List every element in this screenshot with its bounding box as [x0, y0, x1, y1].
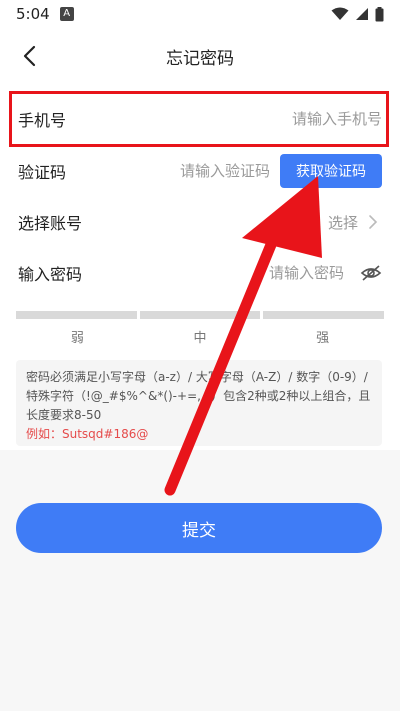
- password-label: 输入密码: [18, 265, 83, 284]
- password-input[interactable]: [194, 264, 344, 282]
- code-input[interactable]: [120, 162, 270, 180]
- phone-input[interactable]: [182, 110, 382, 128]
- strength-bar-strong: [263, 311, 385, 319]
- code-row: 验证码 获取验证码: [0, 146, 400, 196]
- eye-off-icon[interactable]: [360, 264, 382, 282]
- code-label: 验证码: [18, 163, 67, 182]
- strength-bar-weak: [16, 311, 137, 319]
- strength-label-medium: 中: [193, 331, 207, 346]
- phone-label: 手机号: [18, 111, 67, 130]
- page-title: 忘记密码: [166, 48, 234, 69]
- signal-icon: [356, 8, 368, 20]
- strength-bar-medium: [139, 311, 261, 319]
- chevron-right-icon: [369, 215, 378, 229]
- strength-bars: [16, 311, 385, 319]
- submit-button[interactable]: 提交: [16, 503, 382, 553]
- status-icons: [331, 6, 384, 22]
- app-header: 忘记密码: [0, 28, 400, 84]
- password-strength-meter: 弱 中 强: [16, 311, 385, 351]
- notification-icon: A: [59, 7, 74, 21]
- strength-label-strong: 强: [316, 331, 330, 346]
- battery-icon: [375, 6, 384, 21]
- account-select-value[interactable]: 选择: [328, 212, 358, 233]
- status-time: 5:04: [16, 5, 50, 23]
- get-code-button[interactable]: 获取验证码: [280, 154, 382, 188]
- account-label: 选择账号: [18, 214, 83, 233]
- back-button[interactable]: [14, 40, 46, 72]
- password-row: 输入密码: [0, 248, 400, 298]
- strength-labels: 弱 中 强: [16, 327, 384, 346]
- hint-text: 密码必须满足小写字母（a-z）/ 大写字母（A-Z）/ 数字（0-9）/ 特殊字…: [26, 370, 371, 422]
- phone-row: 手机号: [0, 94, 400, 144]
- chevron-left-icon: [23, 45, 36, 67]
- hint-example: 例如：Sutsqd#186@: [26, 427, 149, 441]
- wifi-icon: [331, 7, 349, 20]
- account-row[interactable]: 选择账号 选择: [0, 197, 400, 247]
- status-bar: 5:04 A: [0, 0, 400, 28]
- password-rule-hint: 密码必须满足小写字母（a-z）/ 大写字母（A-Z）/ 数字（0-9）/ 特殊字…: [16, 360, 382, 446]
- bottom-area: [0, 450, 400, 711]
- strength-label-weak: 弱: [70, 331, 84, 346]
